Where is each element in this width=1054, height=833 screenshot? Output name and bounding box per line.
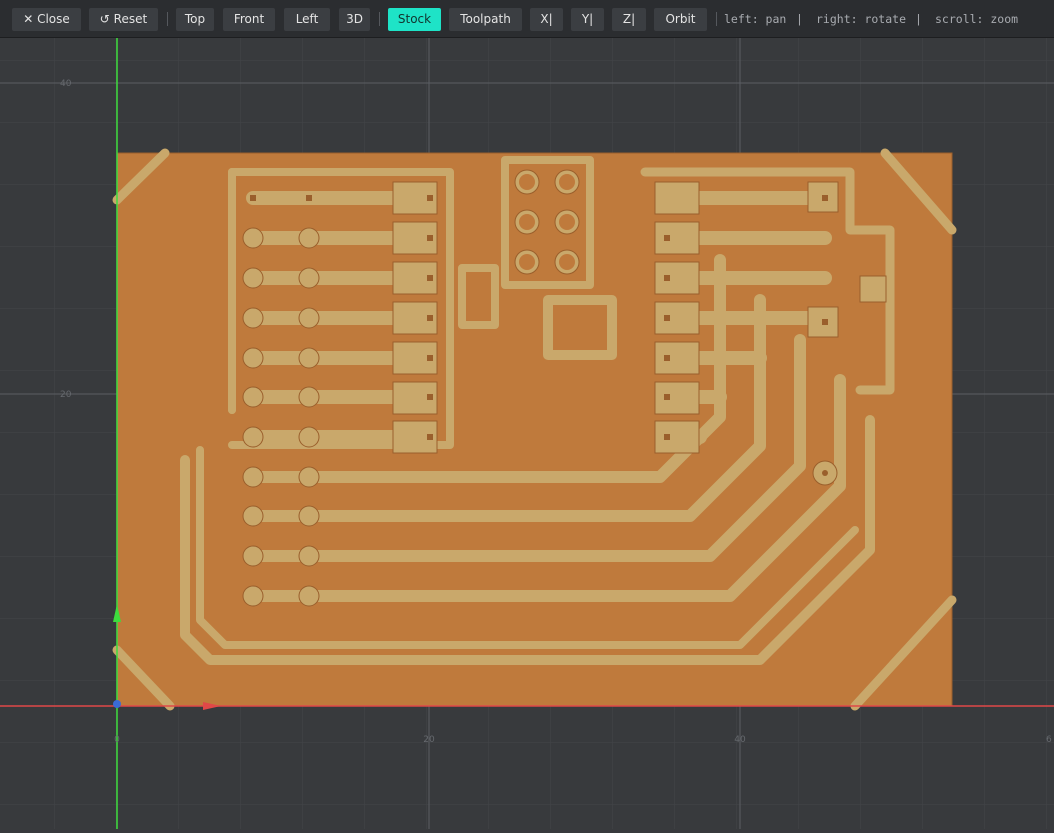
y-tick-label: 40 (60, 79, 72, 89)
view-3d-button[interactable]: 3D (339, 8, 370, 31)
x-axis-button[interactable]: X| (530, 8, 563, 31)
toolbar-divider (167, 12, 168, 26)
z-axis-marker-icon (113, 700, 121, 708)
hint-zoom: scroll: zoom (935, 12, 1019, 26)
hint-separator: | (796, 12, 803, 26)
view-left-button[interactable]: Left (284, 8, 330, 31)
hint-separator: | (915, 12, 922, 26)
x-tick-label: 6 (1046, 735, 1052, 745)
toolpath-toggle-button[interactable]: Toolpath (449, 8, 522, 31)
3d-viewport[interactable]: 0 20 40 6 40 20 (0, 38, 1054, 829)
close-button[interactable]: ✕ Close (12, 8, 81, 31)
z-axis-button[interactable]: Z| (612, 8, 646, 31)
y-axis-button[interactable]: Y| (571, 8, 604, 31)
x-tick-label: 40 (734, 735, 746, 745)
stock-toggle-button[interactable]: Stock (388, 8, 441, 31)
view-top-button[interactable]: Top (176, 8, 214, 31)
toolbar-divider (716, 12, 717, 26)
orbit-button[interactable]: Orbit (654, 8, 707, 31)
view-front-button[interactable]: Front (223, 8, 275, 31)
x-tick-label: 0 (114, 735, 120, 745)
viewport-canvas[interactable]: 0 20 40 6 40 20 (0, 38, 1054, 829)
toolbar-divider (379, 12, 380, 26)
hint-pan: left: pan (724, 12, 787, 26)
toolbar: ✕ Close ↺ Reset Top Front Left 3D Stock … (0, 0, 1054, 38)
pcb-stock (112, 148, 957, 711)
hint-rotate: right: rotate (816, 12, 907, 26)
y-tick-label: 20 (60, 390, 72, 400)
x-tick-label: 20 (423, 735, 435, 745)
reset-button[interactable]: ↺ Reset (89, 8, 158, 31)
